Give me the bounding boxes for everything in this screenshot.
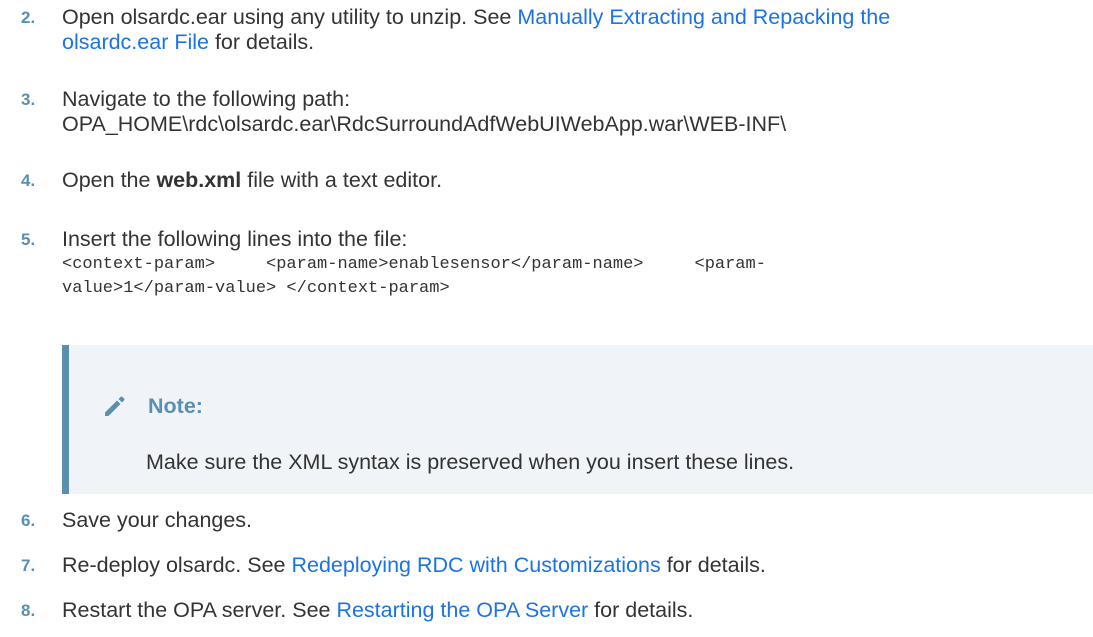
- pencil-icon: [102, 393, 128, 419]
- code-line-2: value>1</param-value> </context-param>: [62, 279, 450, 298]
- step-text-part: for details.: [588, 598, 694, 622]
- step-number: 2.: [21, 8, 36, 27]
- step-number: 8.: [21, 601, 36, 620]
- path-text: OPA_HOME\rdc\olsardc.ear\RdcSurroundAdfW…: [62, 112, 787, 136]
- step-text-part: Open olsardc.ear using any utility to un…: [62, 5, 518, 29]
- filename-bold: web.xml: [156, 168, 242, 192]
- step-text: Restart the OPA server. See Restarting t…: [62, 598, 1087, 623]
- code-line-1: <context-param> <param-name>enablesensor…: [62, 255, 766, 274]
- note-body: Make sure the XML syntax is preserved wh…: [146, 450, 795, 474]
- step-text: Navigate to the following path: OPA_HOME\…: [62, 87, 1087, 137]
- step-text-part: Re-deploy olsardc. See: [62, 553, 292, 577]
- step-number: 7.: [21, 556, 36, 575]
- step-text: Open olsardc.ear using any utility to un…: [62, 5, 1087, 55]
- restarting-opa-link[interactable]: Restarting the OPA Server: [336, 598, 588, 622]
- step-text: Save your changes.: [62, 508, 253, 532]
- note-title: Note:: [148, 394, 203, 418]
- step-text-line: Navigate to the following path:: [62, 87, 351, 111]
- step-text: Insert the following lines into the file…: [62, 227, 408, 251]
- step-text-part: Open the: [62, 168, 157, 192]
- redeploying-rdc-link[interactable]: Redeploying RDC with Customizations: [291, 553, 660, 577]
- step-number: 3.: [21, 90, 36, 109]
- step-number: 4.: [21, 171, 36, 190]
- step-text: Open the web.xml file with a text editor…: [62, 168, 1087, 193]
- step-text-part: Restart the OPA server. See: [62, 598, 337, 622]
- step-text-part: for details.: [208, 30, 315, 54]
- document-page: 2. Open olsardc.ear using any utility to…: [0, 0, 1093, 637]
- step-number: 6.: [21, 511, 36, 530]
- link-text[interactable]: olsardc.ear File: [62, 30, 209, 54]
- step-text-part: file with a text editor.: [241, 168, 443, 192]
- link-text[interactable]: Manually Extracting and Repacking the: [517, 5, 890, 29]
- step-text: Re-deploy olsardc. See Redeploying RDC w…: [62, 553, 1087, 578]
- note-box: Note: Make sure the XML syntax is preser…: [62, 345, 1093, 494]
- step-text-part: for details.: [660, 553, 766, 577]
- step-number: 5.: [21, 230, 36, 249]
